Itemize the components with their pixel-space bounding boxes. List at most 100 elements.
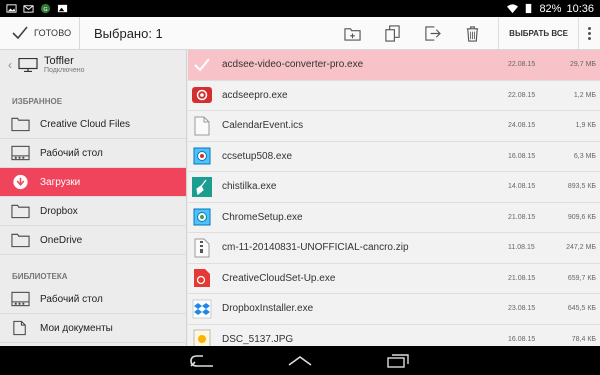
file-size: 78,4 КБ	[571, 335, 596, 343]
dropbox-icon	[192, 299, 211, 319]
favorites-header: ИЗБРАННОЕ	[12, 97, 63, 106]
battery-level: 82%	[539, 2, 562, 15]
sidebar-item-my-documents[interactable]: Мои документы	[0, 314, 186, 343]
overflow-menu-button[interactable]	[578, 17, 600, 49]
move-icon	[424, 25, 441, 41]
svg-text:G: G	[43, 7, 47, 13]
file-name: cm-11-20140831-UNOFFICIAL-cancro.zip	[222, 242, 409, 254]
file-date: 23.08.15	[508, 305, 536, 313]
recents-icon	[387, 353, 409, 368]
sidebar-item-library-desktop[interactable]: Рабочий стол	[0, 285, 186, 314]
sidebar-item-label: Мои документы	[40, 322, 113, 334]
device-header[interactable]: ‹ Toffler Подключено	[0, 50, 186, 80]
sidebar-item-onedrive[interactable]: OneDrive	[0, 226, 186, 255]
sidebar-item-label: Загрузки	[40, 176, 81, 188]
file-row[interactable]: cm-11-20140831-UNOFFICIAL-cancro.zip 11.…	[188, 233, 600, 264]
desktop-icon	[11, 291, 30, 307]
acdsee-icon	[191, 87, 212, 104]
select-all-button[interactable]: ВЫБРАТЬ ВСЕ	[498, 17, 578, 49]
check-icon	[193, 58, 210, 72]
file-row[interactable]: CreativeCloudSet-Up.exe 21.08.15 659,7 К…	[188, 264, 600, 294]
file-name: ChromeSetup.exe	[222, 211, 303, 223]
installer-icon	[193, 147, 210, 165]
file-size: 29,7 МБ	[570, 61, 596, 69]
file-size: 1,2 МБ	[573, 91, 596, 99]
selection-count-title: Выбрано: 1	[94, 25, 163, 41]
file-row[interactable]: CalendarEvent.ics 24.08.15 1,9 КБ	[188, 111, 600, 142]
home-icon	[288, 355, 312, 366]
file-name: DropboxInstaller.exe	[222, 303, 314, 315]
desktop-icon	[11, 145, 30, 161]
file-size: 1,9 КБ	[575, 122, 596, 130]
delete-button[interactable]	[452, 17, 492, 49]
file-name: chistilka.exe	[222, 181, 277, 193]
sidebar-item-label: OneDrive	[40, 234, 83, 246]
folder-icon	[11, 117, 30, 132]
folder-icon	[11, 204, 30, 219]
file-size: 645,5 КБ	[567, 305, 596, 313]
file-size: 247,2 МБ	[566, 244, 596, 252]
file-row[interactable]: DSC_5137.JPG 16.08.15 78,4 КБ	[188, 325, 600, 346]
sidebar-item-label: Рабочий стол	[40, 147, 103, 159]
folder-icon	[11, 233, 30, 248]
sidebar-item-label: Dropbox	[40, 205, 78, 217]
back-button[interactable]	[188, 352, 216, 370]
trash-icon	[466, 25, 478, 42]
download-icon	[13, 174, 28, 190]
creative-cloud-icon	[193, 269, 210, 288]
file-name: DSC_5137.JPG	[222, 333, 294, 345]
recents-button[interactable]	[384, 352, 412, 370]
sidebar: ‹ Toffler Подключено ИЗБРАННОЕ Creative …	[0, 50, 187, 346]
file-date: 11.08.15	[508, 244, 535, 252]
clock: 10:36	[566, 2, 594, 15]
computer-icon	[18, 58, 38, 72]
file-date: 24.08.15	[508, 122, 536, 130]
documents-icon	[13, 320, 26, 336]
back-icon	[190, 354, 213, 367]
device-status: Подключено	[44, 67, 85, 75]
sidebar-item-label: Рабочий стол	[40, 293, 103, 305]
file-list: acdsee-video-converter-pro.exe 22.08.15 …	[188, 50, 600, 346]
app-notification-icon: G	[40, 3, 51, 14]
move-button[interactable]	[412, 17, 452, 49]
file-size: 893,5 КБ	[567, 183, 596, 191]
done-label: ГОТОВО	[34, 28, 72, 38]
file-date: 16.08.15	[508, 152, 536, 160]
copy-button[interactable]	[372, 17, 412, 49]
new-folder-button[interactable]	[332, 17, 372, 49]
file-name: acdsee-video-converter-pro.exe	[222, 59, 364, 71]
file-row[interactable]: ChromeSetup.exe 21.08.15 909,6 КБ	[188, 203, 600, 233]
sidebar-item-label: Creative Cloud Files	[40, 118, 131, 130]
file-row[interactable]: chistilka.exe 14.08.15 893,5 КБ	[188, 172, 600, 203]
battery-icon	[526, 3, 532, 14]
action-bar: ГОТОВО Выбрано: 1 ВЫБРАТЬ ВСЕ	[0, 17, 600, 50]
file-date: 21.08.15	[508, 274, 536, 282]
chevron-left-icon[interactable]: ‹	[8, 58, 12, 72]
file-date: 21.08.15	[508, 213, 536, 221]
sidebar-item-downloads[interactable]: Загрузки	[0, 168, 186, 197]
device-name: Toffler	[44, 55, 74, 68]
system-nav-bar	[0, 346, 600, 375]
file-row[interactable]: ccsetup508.exe 16.08.15 6,3 МБ	[188, 142, 600, 172]
file-name: acdseepro.exe	[222, 89, 288, 101]
file-row[interactable]: DropboxInstaller.exe 23.08.15 645,5 КБ	[188, 294, 600, 325]
gallery-icon	[6, 4, 17, 13]
sidebar-item-creative-cloud[interactable]: Creative Cloud Files	[0, 110, 186, 139]
file-name: CreativeCloudSet-Up.exe	[222, 272, 336, 284]
library-header: БИБЛИОТЕКА	[12, 272, 68, 281]
sidebar-item-dropbox[interactable]: Dropbox	[0, 197, 186, 226]
file-size: 659,7 КБ	[567, 274, 596, 282]
sidebar-item-desktop[interactable]: Рабочий стол	[0, 139, 186, 168]
file-row[interactable]: acdseepro.exe 22.08.15 1,2 МБ	[188, 81, 600, 111]
file-date: 14.08.15	[508, 183, 536, 191]
file-date: 22.08.15	[508, 61, 536, 69]
new-folder-icon	[344, 27, 361, 41]
checkmark-icon	[12, 26, 28, 40]
done-button[interactable]: ГОТОВО	[0, 17, 80, 49]
file-size: 909,6 КБ	[567, 213, 596, 221]
wifi-icon	[507, 4, 519, 14]
zip-icon	[194, 238, 209, 258]
home-button[interactable]	[286, 352, 314, 370]
copy-icon	[384, 24, 400, 42]
file-row[interactable]: acdsee-video-converter-pro.exe 22.08.15 …	[188, 50, 600, 81]
